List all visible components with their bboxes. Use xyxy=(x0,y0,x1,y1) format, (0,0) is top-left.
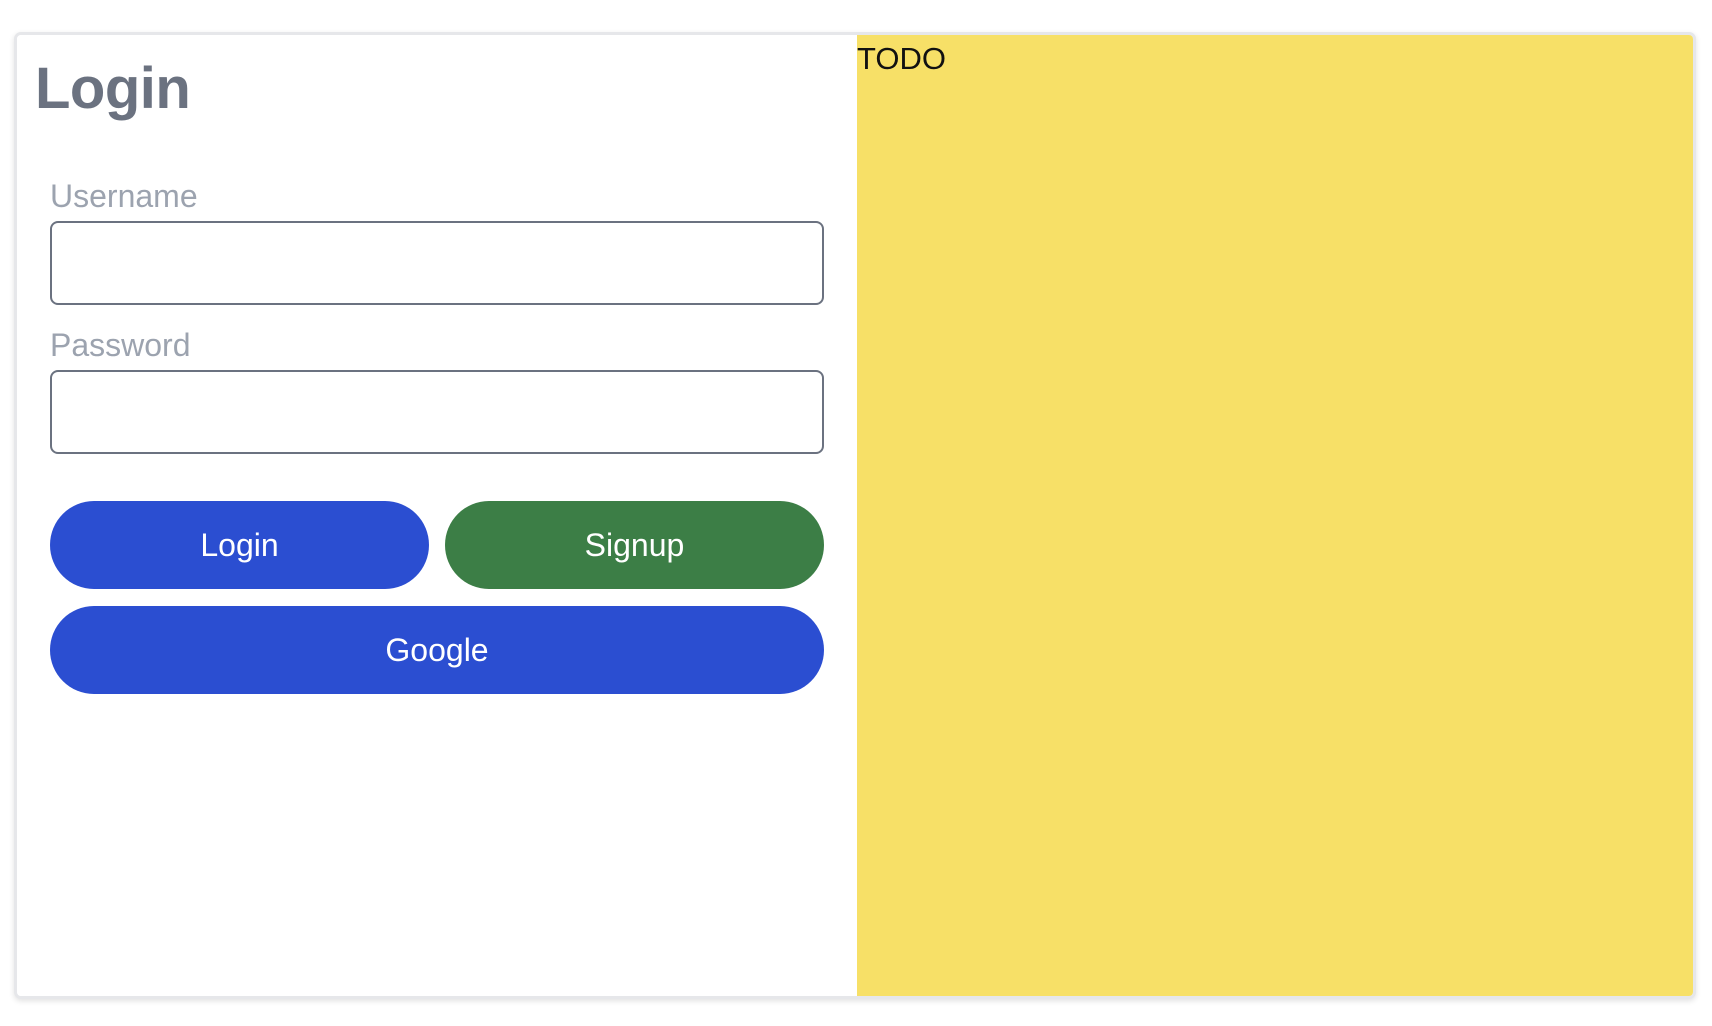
page-title: Login xyxy=(35,56,191,121)
username-label: Username xyxy=(50,178,198,214)
username-input[interactable] xyxy=(50,221,824,305)
login-form-panel: Login Username Password Login Signup Goo… xyxy=(17,35,857,996)
login-button[interactable]: Login xyxy=(50,501,429,589)
google-login-button[interactable]: Google xyxy=(50,606,824,694)
side-panel: TODO xyxy=(857,35,1693,996)
login-card: Login Username Password Login Signup Goo… xyxy=(14,32,1696,999)
todo-text: TODO xyxy=(857,41,946,76)
signup-button[interactable]: Signup xyxy=(445,501,824,589)
password-input[interactable] xyxy=(50,370,824,454)
password-label: Password xyxy=(50,327,191,363)
